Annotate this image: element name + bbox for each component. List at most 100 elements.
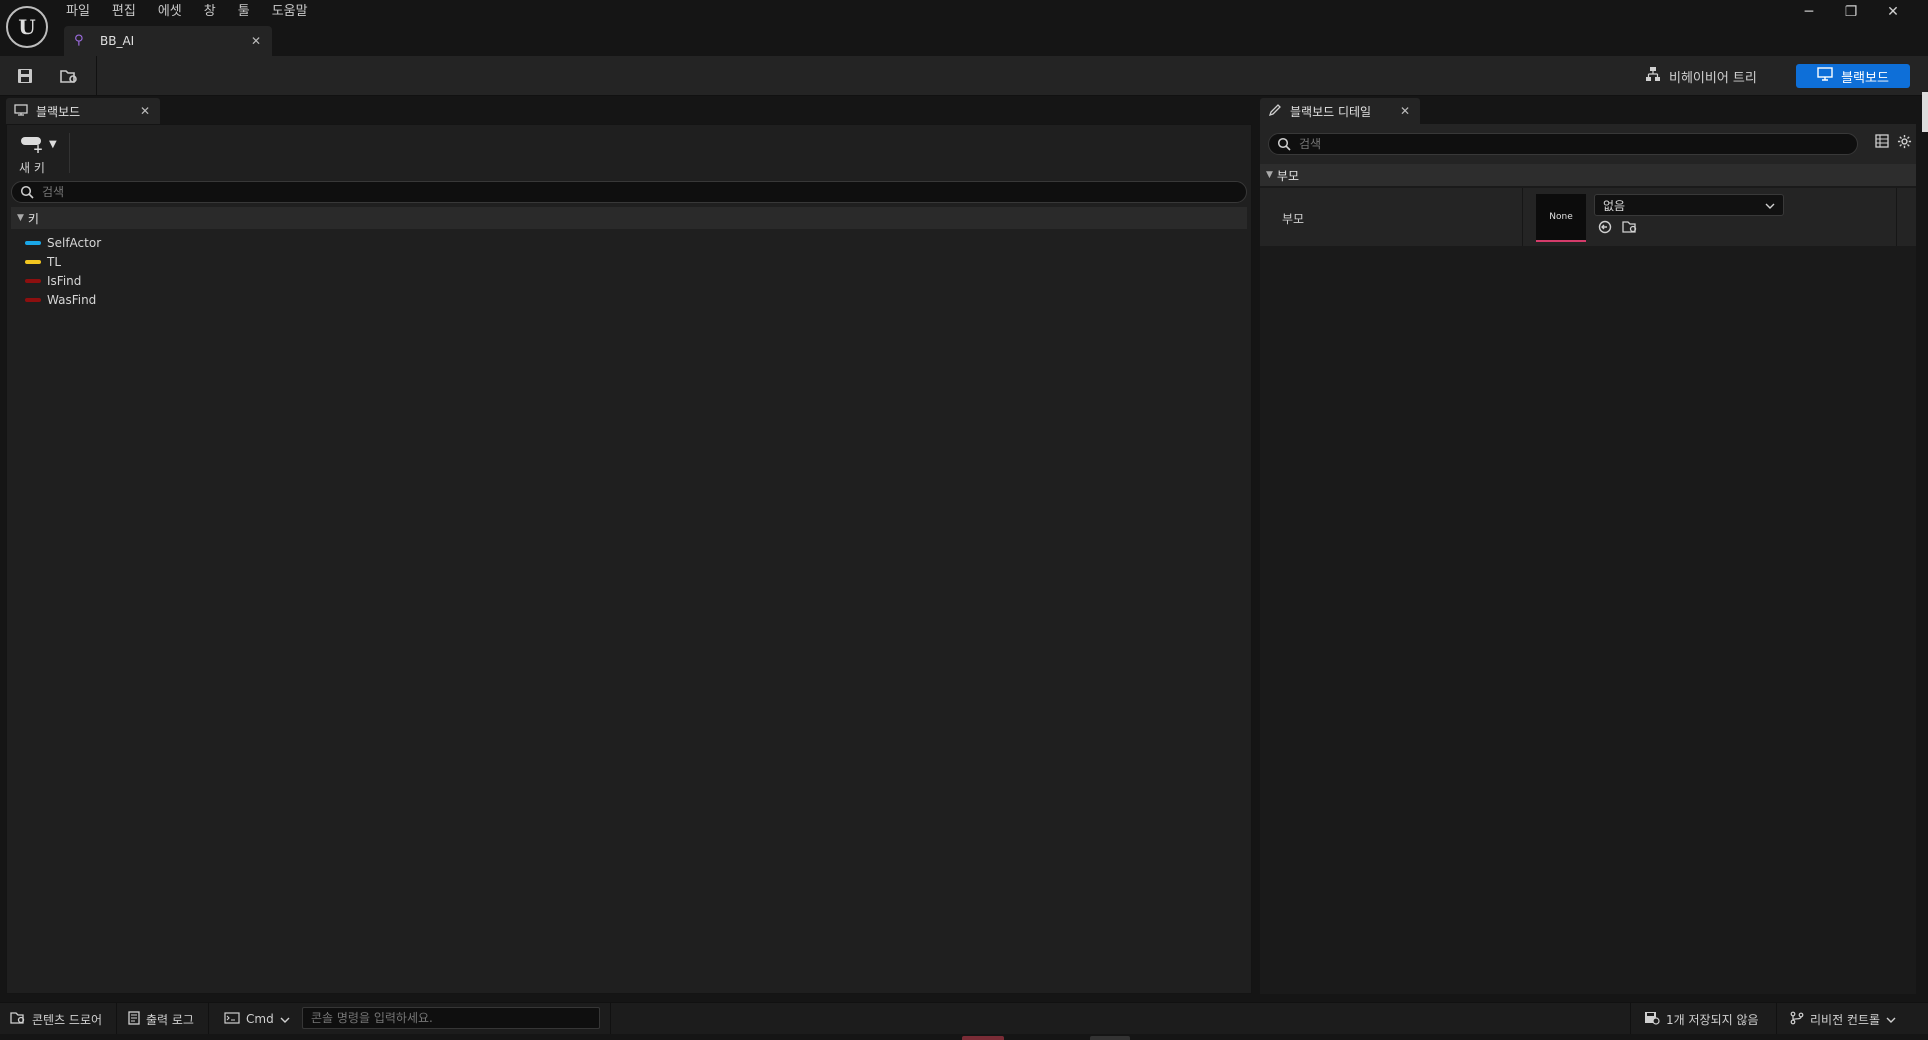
unreal-logo-icon[interactable]: U bbox=[6, 6, 48, 48]
behavior-tree-mode-button[interactable]: 비헤이비어 트리 bbox=[1645, 64, 1757, 88]
parent-category-label: 부모 bbox=[1276, 168, 1300, 183]
keys-category-label: 키 bbox=[27, 211, 39, 226]
status-divider bbox=[208, 1003, 209, 1035]
key-name: SelfActor bbox=[47, 235, 102, 250]
window-controls: ─ ❐ ✕ bbox=[1788, 0, 1914, 24]
menu-help[interactable]: 도움말 bbox=[272, 2, 318, 22]
tab-blackboard-details[interactable]: 블랙보드 디테일 ✕ bbox=[1260, 98, 1420, 124]
plus-icon: + bbox=[33, 142, 44, 156]
key-list: SelfActor TL IsFind WasFind bbox=[25, 233, 101, 309]
content-drawer-button[interactable]: 콘텐츠 드로어 bbox=[10, 1009, 102, 1029]
status-divider bbox=[1630, 1003, 1631, 1035]
table-view-icon[interactable] bbox=[1875, 134, 1889, 153]
output-log-icon bbox=[128, 1010, 140, 1028]
menu-edit[interactable]: 편집 bbox=[112, 2, 146, 22]
parent-property-label: 부모 bbox=[1282, 212, 1305, 226]
menu-window[interactable]: 창 bbox=[204, 2, 226, 22]
scrollbar-thumb[interactable] bbox=[1922, 92, 1928, 132]
document-tab-label: BB_AI bbox=[100, 34, 135, 48]
blackboard-search-input[interactable] bbox=[42, 185, 1146, 199]
content-drawer-label: 콘텐츠 드로어 bbox=[32, 1012, 103, 1027]
collapse-arrow-icon: ▼ bbox=[17, 213, 24, 223]
tab-blackboard-details-label: 블랙보드 디테일 bbox=[1290, 104, 1372, 119]
status-divider bbox=[1776, 1003, 1777, 1035]
left-panel-tabstrip: 블랙보드 ✕ bbox=[6, 98, 1252, 124]
menu-asset[interactable]: 에셋 bbox=[158, 2, 192, 22]
blackboard-icon bbox=[1817, 67, 1833, 85]
blackboard-mode-button[interactable]: 블랙보드 bbox=[1796, 64, 1910, 88]
revision-control-button[interactable]: 리비전 컨트롤 bbox=[1790, 1009, 1896, 1029]
close-tab-icon[interactable]: ✕ bbox=[246, 34, 266, 48]
status-divider bbox=[610, 1003, 611, 1035]
key-row-tl[interactable]: TL bbox=[25, 252, 101, 271]
close-tab-icon[interactable]: ✕ bbox=[1400, 104, 1410, 118]
toolbar-divider bbox=[96, 56, 97, 96]
console-command-input[interactable] bbox=[311, 1011, 599, 1025]
chevron-down-icon bbox=[1765, 198, 1775, 212]
cmd-dropdown[interactable]: Cmd bbox=[224, 1009, 290, 1029]
menu-bar: 파일 편집 에셋 창 툴 도움말 bbox=[66, 2, 330, 22]
key-type-swatch bbox=[25, 297, 41, 302]
key-type-swatch bbox=[25, 278, 41, 283]
parent-asset-combo[interactable]: 없음 bbox=[1594, 194, 1784, 216]
behavior-tree-icon bbox=[1645, 66, 1661, 86]
new-key-divider bbox=[69, 133, 70, 173]
minimize-button[interactable]: ─ bbox=[1788, 0, 1830, 24]
tab-blackboard-label: 블랙보드 bbox=[36, 104, 81, 119]
row-divider bbox=[1522, 188, 1523, 246]
details-search-input[interactable] bbox=[1299, 137, 1821, 151]
menu-file[interactable]: 파일 bbox=[66, 2, 100, 22]
blackboard-asset-icon: ⚲ bbox=[74, 33, 84, 48]
main-toolbar: 비헤이비어 트리 블랙보드 bbox=[0, 56, 1928, 132]
document-tab-bb-ai[interactable]: ⚲ BB_AI ✕ bbox=[64, 26, 272, 56]
blackboard-search-field[interactable] bbox=[11, 181, 1247, 203]
parent-category-header[interactable]: ▼ 부모 bbox=[1260, 164, 1916, 186]
use-selected-asset-icon[interactable] bbox=[1598, 220, 1612, 238]
key-type-swatch bbox=[25, 240, 41, 245]
details-search-field[interactable] bbox=[1268, 133, 1858, 155]
close-window-button[interactable]: ✕ bbox=[1872, 0, 1914, 24]
cmd-label: Cmd bbox=[246, 1012, 274, 1026]
save-icon[interactable] bbox=[12, 64, 38, 88]
key-row-isfind[interactable]: IsFind bbox=[25, 271, 101, 290]
title-bar: U 파일 편집 에셋 창 툴 도움말 ⚲ BB_AI ✕ ─ ❐ ✕ bbox=[0, 0, 1928, 56]
terminal-icon bbox=[224, 1011, 240, 1027]
row-divider bbox=[1896, 188, 1897, 246]
tab-blackboard[interactable]: 블랙보드 ✕ bbox=[6, 98, 160, 124]
restore-button[interactable]: ❐ bbox=[1830, 0, 1872, 24]
blackboard-panel: + ▼ 새 키 ▼ 키 SelfActor TL bbox=[6, 124, 1252, 994]
details-toolbar bbox=[1260, 124, 1916, 164]
key-type-swatch bbox=[25, 259, 41, 264]
chevron-down-icon bbox=[1886, 1012, 1896, 1026]
content-drawer-icon bbox=[10, 1011, 26, 1028]
key-row-selfactor[interactable]: SelfActor bbox=[25, 233, 101, 252]
key-row-wasfind[interactable]: WasFind bbox=[25, 290, 101, 309]
status-divider bbox=[116, 1003, 117, 1035]
browse-asset-icon[interactable] bbox=[1622, 220, 1638, 238]
key-name: IsFind bbox=[47, 273, 82, 288]
key-name: WasFind bbox=[47, 292, 97, 307]
unsaved-assets-button[interactable]: 1개 저장되지 않음 bbox=[1644, 1009, 1759, 1029]
chevron-down-icon bbox=[280, 1012, 290, 1026]
settings-gear-icon[interactable] bbox=[1897, 134, 1912, 153]
menu-tools[interactable]: 툴 bbox=[238, 2, 260, 22]
keys-category-header[interactable]: ▼ 키 bbox=[11, 207, 1247, 229]
close-tab-icon[interactable]: ✕ bbox=[140, 104, 150, 118]
browse-asset-icon[interactable] bbox=[56, 64, 82, 88]
output-log-button[interactable]: 출력 로그 bbox=[128, 1009, 194, 1029]
parent-property-row: 부모 None 없음 bbox=[1260, 188, 1916, 246]
right-panel-tabstrip: 블랙보드 디테일 ✕ bbox=[1260, 98, 1916, 124]
revision-control-label: 리비전 컨트롤 bbox=[1810, 1012, 1881, 1027]
blackboard-details-panel: ▼ 부모 부모 None 없음 bbox=[1260, 124, 1916, 994]
blackboard-icon bbox=[14, 103, 28, 119]
asset-action-buttons bbox=[1598, 220, 1638, 238]
behavior-tree-label: 비헤이비어 트리 bbox=[1669, 70, 1757, 86]
branch-icon bbox=[1790, 1011, 1804, 1028]
asset-thumbnail[interactable]: None bbox=[1536, 194, 1586, 242]
chevron-down-icon: ▼ bbox=[49, 139, 57, 150]
status-bar: 콘텐츠 드로어 출력 로그 Cmd 1개 저장 bbox=[0, 1002, 1928, 1035]
console-command-field[interactable] bbox=[302, 1007, 600, 1029]
new-key-button[interactable]: + ▼ 새 키 bbox=[13, 133, 63, 175]
collapse-arrow-icon: ▼ bbox=[1266, 170, 1273, 180]
pencil-icon bbox=[1268, 103, 1282, 120]
